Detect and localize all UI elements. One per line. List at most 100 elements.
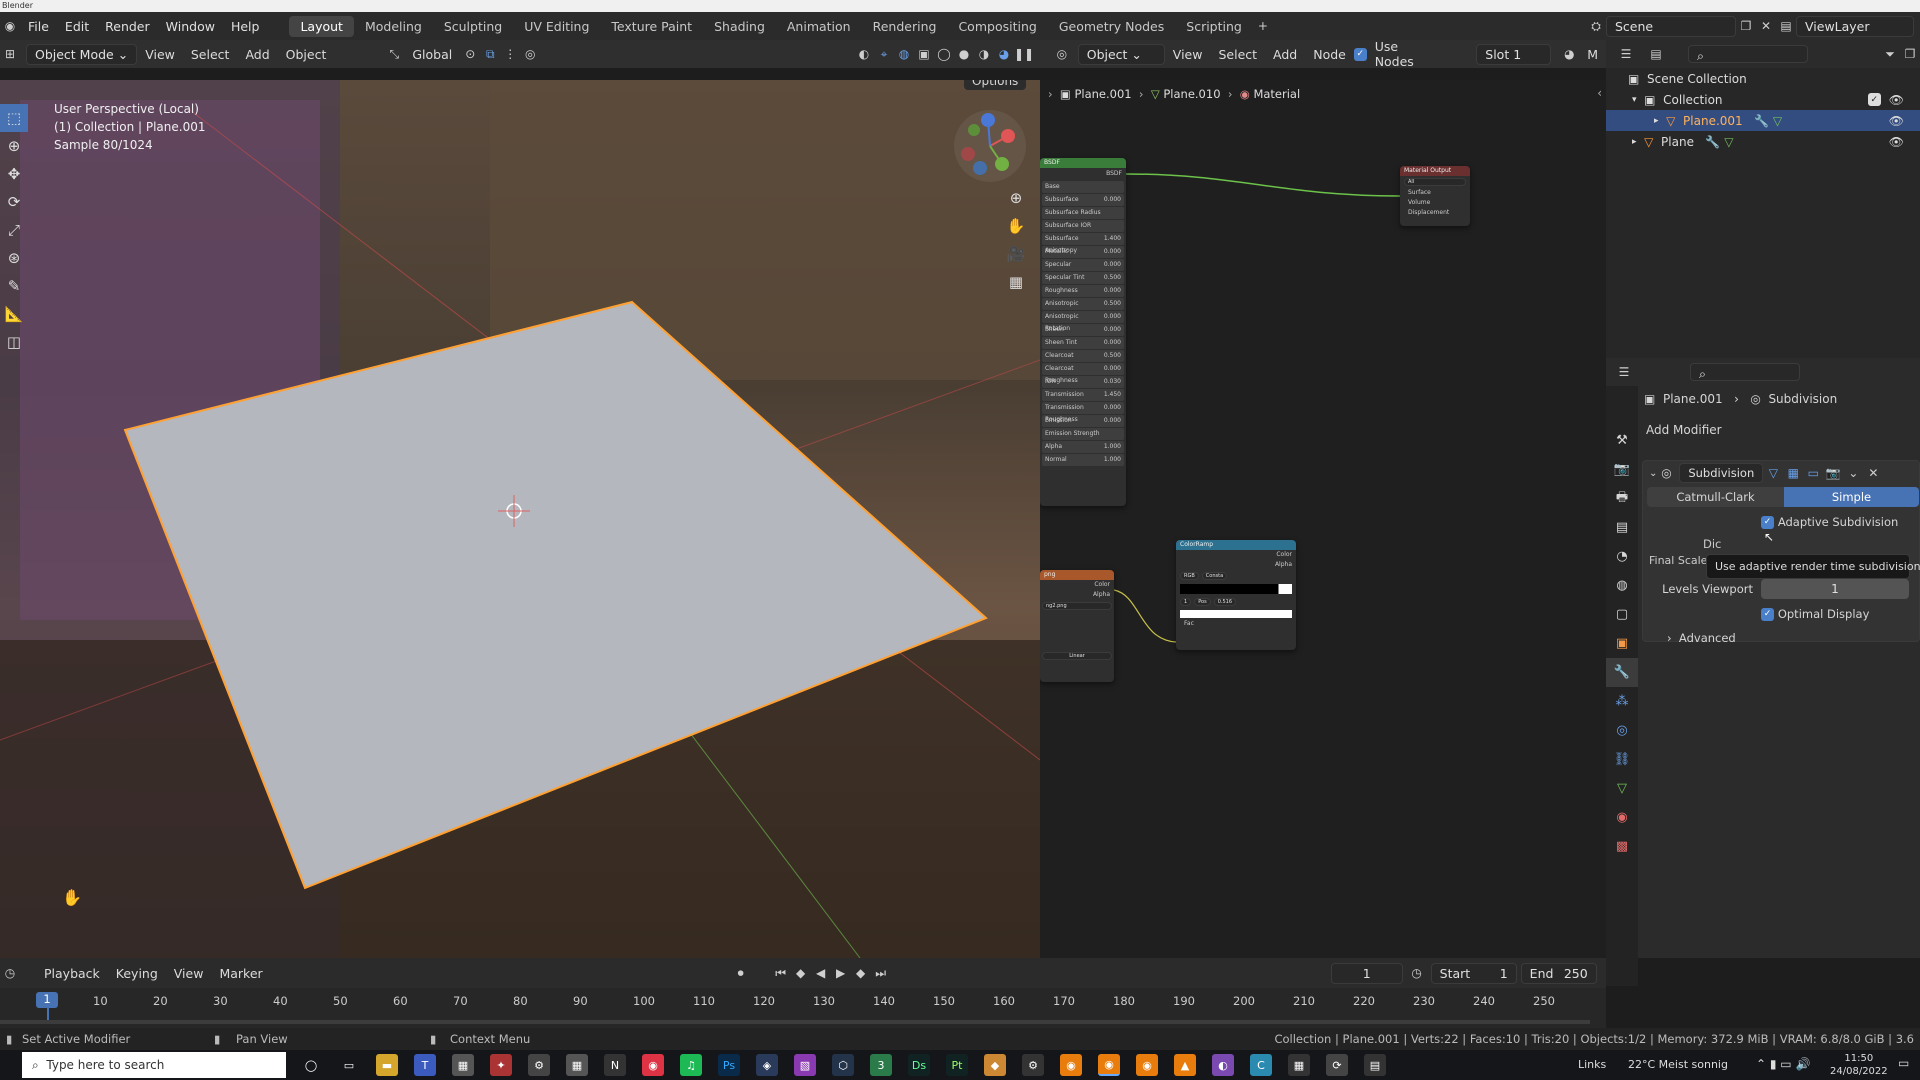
modifier-wrench-icon[interactable]: 🔧	[1754, 114, 1769, 128]
snap-icon[interactable]: ⧉	[480, 44, 500, 64]
simple-button[interactable]: Simple	[1784, 487, 1919, 507]
tab-modeling[interactable]: Modeling	[354, 16, 433, 37]
app-blue-icon[interactable]: ◈	[756, 1054, 778, 1076]
tab-uv-editing[interactable]: UV Editing	[513, 16, 600, 37]
chrome-icon[interactable]: ◉	[642, 1054, 664, 1076]
tray-icons[interactable]: ⌃ ▮ ▭ 🔊	[1756, 1057, 1810, 1071]
remove-modifier-icon[interactable]: ✕	[1863, 463, 1883, 483]
bsdf-input-row[interactable]: Subsurface 0.000	[1042, 194, 1124, 206]
bsdf-input-row[interactable]: Metallic 0.000	[1042, 246, 1124, 258]
visibility-icon[interactable]: ◐	[854, 44, 874, 64]
node-menu-node[interactable]: Node	[1305, 47, 1354, 62]
expand-icon[interactable]: ▸	[1632, 137, 1637, 147]
menu-file[interactable]: File	[20, 19, 57, 34]
ramp-fac-socket[interactable]: Fac	[1176, 620, 1296, 627]
ramp-pos-field[interactable]: 0.516	[1213, 598, 1237, 606]
scene-selector[interactable]: Scene	[1606, 15, 1736, 37]
color-ramp-node[interactable]: ColorRamp Color Alpha RGB Consta 1 Pos 0…	[1176, 540, 1296, 650]
bsdf-output-socket[interactable]: BSDF	[1040, 168, 1126, 180]
orientation-selector[interactable]: Global	[404, 47, 460, 62]
optimal-display-checkbox[interactable]: ✓	[1761, 607, 1774, 621]
jump-keyframe-forward-icon[interactable]: ◆	[851, 963, 871, 983]
filter-icon[interactable]: ⏷	[1880, 44, 1900, 64]
wireframe-shading-icon[interactable]: ◯	[934, 44, 954, 64]
snap-target-icon[interactable]: ⋮	[500, 44, 520, 64]
ramp-stop-index[interactable]: 1	[1180, 598, 1192, 606]
material-output-node[interactable]: Material Output All Surface Volume Displ…	[1400, 166, 1470, 226]
outliner-row-collection[interactable]: ▾ ▣ Collection ✓ 👁	[1606, 89, 1920, 110]
advanced-subpanel[interactable]: › Advanced	[1667, 631, 1919, 645]
teams-icon[interactable]: T	[414, 1054, 436, 1076]
blender-alt-taskbar-icon[interactable]: ◉	[1136, 1054, 1158, 1076]
camera-view-icon[interactable]: 🎥	[1002, 240, 1030, 268]
physics-tab-icon[interactable]: ◎	[1606, 716, 1638, 745]
pan-hand-icon[interactable]: ✋	[1002, 212, 1030, 240]
calculator-icon[interactable]: ▦	[452, 1054, 474, 1076]
marker-menu[interactable]: Marker	[211, 966, 270, 981]
menu-view[interactable]: View	[137, 47, 183, 62]
menu-add[interactable]: Add	[237, 47, 277, 62]
mesh-data-icon[interactable]: ▽	[1773, 114, 1782, 128]
playback-menu[interactable]: Playback	[36, 966, 108, 981]
menu-help[interactable]: Help	[223, 19, 268, 34]
play-icon[interactable]: ▶	[831, 963, 851, 983]
bsdf-input-row[interactable]: Sheen Tint 0.000	[1042, 337, 1124, 349]
view-layer-tab-icon[interactable]: ▤	[1606, 513, 1638, 542]
spotify-icon[interactable]: ♫	[680, 1054, 702, 1076]
principled-bsdf-node[interactable]: BSDF BSDF Base Subsurface 0.000 Subsurface …	[1040, 158, 1126, 506]
tool-tab-icon[interactable]: ⚒	[1606, 426, 1638, 455]
collapse-icon[interactable]: ⌄	[1649, 468, 1657, 479]
record-icon[interactable]: ⏺	[731, 963, 751, 983]
node-editor-type-icon[interactable]: ◎	[1052, 44, 1072, 64]
properties-type-icon[interactable]: ☰	[1614, 362, 1634, 382]
node-menu-view[interactable]: View	[1165, 47, 1211, 62]
expand-icon[interactable]: ▾	[1632, 95, 1637, 105]
shader-type-selector[interactable]: Object ⌄	[1077, 43, 1165, 65]
modifier-wrench-icon[interactable]: 🔧	[1705, 135, 1720, 149]
pivot-icon[interactable]: ⊙	[460, 44, 480, 64]
substance-painter-icon[interactable]: Pt	[946, 1054, 968, 1076]
jump-keyframe-back-icon[interactable]: ◆	[791, 963, 811, 983]
ramp-alpha-socket[interactable]: Alpha	[1176, 560, 1292, 570]
constraints-tab-icon[interactable]: ⛓	[1606, 745, 1638, 774]
outliner-row-plane-001[interactable]: ▸ ▽ Plane.001 🔧 ▽ 👁	[1606, 110, 1920, 131]
mode-selector[interactable]: Object Mode ⌄	[26, 43, 138, 65]
app-cube-icon[interactable]: ⬡	[832, 1054, 854, 1076]
outliner-type-icon[interactable]: ☰	[1616, 44, 1636, 64]
volume-socket[interactable]: Volume	[1408, 198, 1470, 208]
node-editor[interactable]: › ▣ Plane.001 › ▽ Plane.010 › ◉ Material…	[1040, 80, 1606, 958]
app-red-icon[interactable]: ✦	[490, 1054, 512, 1076]
outliner-search-input[interactable]: ⌕	[1688, 45, 1808, 63]
visibility-eye-icon[interactable]: 👁	[1889, 114, 1904, 128]
annotate-tool-icon[interactable]: ✎	[0, 272, 28, 300]
menu-edit[interactable]: Edit	[57, 19, 97, 34]
edit-mode-toggle-icon[interactable]: ▽	[1763, 463, 1783, 483]
cortana-icon[interactable]: ◯	[300, 1054, 322, 1076]
notification-icon[interactable]: ▭	[1898, 1056, 1909, 1070]
data-tab-icon[interactable]: ▽	[1606, 774, 1638, 803]
clock[interactable]: 11:50 24/08/2022	[1830, 1052, 1888, 1078]
world-tab-icon[interactable]: ◍	[1606, 571, 1638, 600]
realtime-toggle-icon[interactable]: ▭	[1803, 463, 1823, 483]
add-workspace-icon[interactable]: +	[1253, 16, 1273, 36]
props-crumb-modifier[interactable]: Subdivision	[1768, 392, 1837, 406]
cursor-tool-icon[interactable]: ⊕	[0, 132, 28, 160]
substance-designer-icon[interactable]: Ds	[908, 1054, 930, 1076]
measure-tool-icon[interactable]: 📐	[0, 300, 28, 328]
menu-render[interactable]: Render	[97, 19, 158, 34]
material-shading-icon[interactable]: ◑	[974, 44, 994, 64]
app-purple-icon[interactable]: ▧	[794, 1054, 816, 1076]
calendar-icon[interactable]: ▦	[566, 1054, 588, 1076]
timeline-scrollbar[interactable]	[0, 1020, 1590, 1024]
visibility-eye-icon[interactable]: 👁	[1889, 93, 1904, 107]
ramp-stop-color[interactable]	[1180, 610, 1292, 618]
app-gray-icon[interactable]: ▦	[1288, 1054, 1310, 1076]
bsdf-input-row[interactable]: Clearcoat 0.500	[1042, 350, 1124, 362]
image-alpha-socket[interactable]: Alpha	[1040, 590, 1110, 600]
material-name-truncated[interactable]: M	[1579, 47, 1606, 62]
task-view-icon[interactable]: ▭	[338, 1054, 360, 1076]
delete-scene-icon[interactable]: ✕	[1756, 16, 1776, 36]
levels-viewport-field[interactable]: 1	[1761, 579, 1909, 599]
menu-window[interactable]: Window	[158, 19, 223, 34]
file-explorer-icon[interactable]: ▬	[376, 1054, 398, 1076]
